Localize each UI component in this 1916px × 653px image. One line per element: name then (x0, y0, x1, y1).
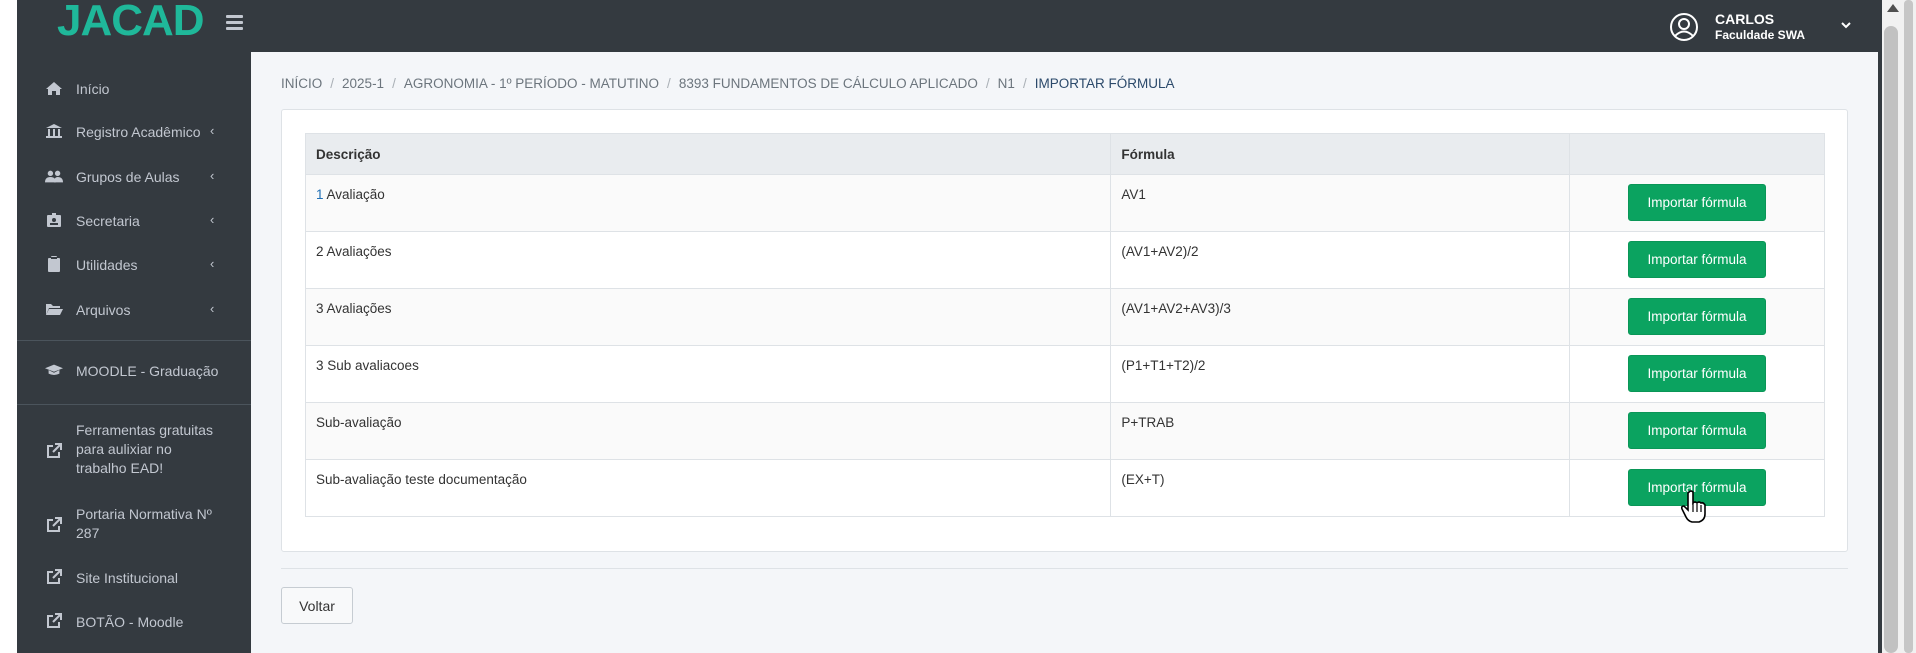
table-cell-descricao: 1 Avaliação (304, 174, 1112, 232)
sidebar-item-label: Início (76, 81, 110, 97)
table-row: 3 Sub avaliacoes (P1+T1+T2)/2 Importar f… (304, 345, 1825, 403)
table-cell-action: Importar fórmula (1569, 402, 1825, 460)
app-logo[interactable]: JACAD (57, 0, 205, 46)
external-link-icon (45, 613, 63, 629)
breadcrumb-item-course[interactable]: AGRONOMIA - 1º PERÍODO - MATUTINO (404, 76, 659, 91)
breadcrumb-separator: / (392, 76, 396, 91)
left-gutter (0, 0, 17, 653)
user-org: Faculdade SWA (1715, 28, 1806, 42)
table-header-row: Descrição Fórmula (304, 133, 1825, 175)
external-link-icon (45, 517, 63, 533)
graduation-cap-icon (45, 362, 63, 378)
main-content: INÍCIO / 2025-1 / AGRONOMIA - 1º PERÍODO - M… (251, 52, 1878, 653)
breadcrumb-separator: / (330, 76, 335, 91)
menu-toggle-icon[interactable] (226, 15, 243, 31)
chevron-down-icon (1841, 22, 1851, 29)
row-description: 3 Sub avaliacoes (316, 358, 419, 373)
row-description: 2 Avaliações (316, 244, 392, 259)
row-description: Sub-avaliação (316, 415, 402, 430)
chevron-left-icon: ‹ (210, 123, 215, 138)
table-cell-descricao: 3 Sub avaliacoes (304, 345, 1112, 403)
scroll-up-arrow-icon[interactable] (1887, 4, 1899, 12)
chevron-left-icon: ‹ (210, 256, 215, 271)
bank-icon (45, 123, 63, 139)
external-link-icon (45, 569, 63, 585)
import-formula-button[interactable]: Importar fórmula (1628, 412, 1767, 449)
import-formula-button[interactable]: Importar fórmula (1628, 184, 1767, 221)
sidebar-item-label: Grupos de Aulas (76, 169, 180, 185)
users-icon (45, 168, 63, 184)
table-cell-formula: (AV1+AV2)/2 (1110, 231, 1571, 289)
table-row: 1 Avaliação AV1 Importar fórmula (304, 174, 1825, 232)
footer-divider (281, 568, 1848, 569)
column-header-descricao: Descrição (304, 133, 1112, 175)
table-row: Sub-avaliação teste documentação (EX+T) … (304, 459, 1825, 517)
breadcrumb: INÍCIO / 2025-1 / AGRONOMIA - 1º PERÍODO - M… (281, 76, 1174, 91)
home-icon (45, 80, 63, 96)
table-cell-action: Importar fórmula (1569, 231, 1825, 289)
sidebar-item-label: Utilidades (76, 257, 138, 273)
sidebar-item-label: BOTÃO - Moodle (76, 614, 184, 630)
sidebar-item-label: Secretaria (76, 213, 140, 229)
sidebar-item-label: Portaria Normativa Nº 287 (76, 506, 212, 541)
column-header-actions (1569, 133, 1825, 175)
import-formula-button[interactable]: Importar fórmula (1628, 298, 1767, 335)
import-formula-button[interactable]: Importar fórmula (1628, 355, 1767, 392)
chevron-left-icon: ‹ (210, 168, 215, 183)
row-description: 3 Avaliações (316, 301, 392, 316)
breadcrumb-item-inicio[interactable]: INÍCIO (281, 76, 322, 91)
table-cell-formula: (EX+T) (1110, 459, 1571, 517)
page-scrollbar-thumb[interactable] (1904, 0, 1913, 653)
sidebar-item-label: Registro Acadêmico (76, 124, 201, 140)
table-row: Sub-avaliação P+TRAB Importar fórmula (304, 402, 1825, 460)
breadcrumb-separator: / (667, 76, 671, 91)
external-link-icon (45, 443, 63, 459)
table-cell-descricao: 3 Avaliações (304, 288, 1112, 346)
table-cell-formula: (P1+T1+T2)/2 (1110, 345, 1571, 403)
formulas-card: Descrição Fórmula 1 Avaliação AV1 Import… (281, 109, 1848, 552)
breadcrumb-separator: / (985, 76, 990, 91)
row-description: Avaliação (323, 187, 385, 202)
breadcrumb-item-n1[interactable]: N1 (998, 76, 1015, 91)
sidebar: JACAD Início Registro Acadêmico ‹ Grupos… (17, 0, 251, 653)
sidebar-item-label: Ferramentas gratuitas para aulixiar no t… (76, 422, 213, 476)
top-navbar: CARLOS Faculdade SWA (251, 0, 1878, 52)
row-description: Sub-avaliação teste documentação (316, 472, 527, 487)
formulas-table: Descrição Fórmula 1 Avaliação AV1 Import… (304, 133, 1825, 517)
table-row: 3 Avaliações (AV1+AV2+AV3)/3 Importar fó… (304, 288, 1825, 346)
table-row: 2 Avaliações (AV1+AV2)/2 Importar fórmul… (304, 231, 1825, 289)
breadcrumb-item-subject[interactable]: 8393 FUNDAMENTOS DE CÁLCULO APLICADO (679, 76, 978, 91)
folder-open-icon (45, 301, 63, 317)
brand-area: JACAD (17, 0, 251, 52)
table-cell-descricao: 2 Avaliações (304, 231, 1112, 289)
clipboard-icon (45, 256, 63, 272)
breadcrumb-current: IMPORTAR FÓRMULA (1034, 76, 1175, 91)
inner-scrollbar-thumb[interactable] (1884, 26, 1898, 653)
sidebar-item-label: Arquivos (76, 302, 131, 318)
table-cell-action: Importar fórmula (1569, 174, 1825, 232)
chevron-left-icon: ‹ (210, 212, 215, 227)
table-cell-descricao: Sub-avaliação (304, 402, 1112, 460)
hand-pointer-cursor-icon (1681, 490, 1706, 523)
user-name: CARLOS (1715, 11, 1775, 27)
table-cell-action: Importar fórmula (1569, 288, 1825, 346)
table-cell-formula: P+TRAB (1110, 402, 1571, 460)
sidebar-divider (17, 404, 251, 405)
import-formula-button[interactable]: Importar fórmula (1628, 241, 1767, 278)
user-circle-icon (1670, 13, 1698, 41)
row-number: 1 (316, 187, 324, 202)
id-badge-icon (45, 212, 63, 228)
breadcrumb-item-period[interactable]: 2025-1 (342, 76, 384, 91)
back-button[interactable]: Voltar (281, 587, 353, 624)
sidebar-item-label: MOODLE - Graduação (76, 363, 219, 379)
table-cell-formula: (AV1+AV2+AV3)/3 (1110, 288, 1571, 346)
table-cell-formula: AV1 (1110, 174, 1571, 232)
sidebar-item-label: Site Institucional (76, 570, 178, 586)
table-cell-action: Importar fórmula (1569, 345, 1825, 403)
column-header-formula: Fórmula (1110, 133, 1571, 175)
breadcrumb-separator: / (1022, 76, 1027, 91)
chevron-left-icon: ‹ (210, 301, 215, 316)
sidebar-divider (17, 340, 251, 341)
table-cell-descricao: Sub-avaliação teste documentação (304, 459, 1112, 517)
